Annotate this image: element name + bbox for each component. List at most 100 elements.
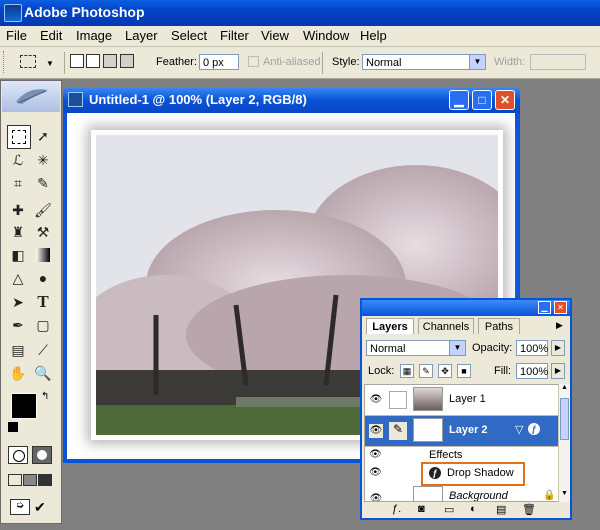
adjustment-layer-button[interactable]: ◐	[470, 503, 477, 515]
new-group-button[interactable]: ▭	[444, 503, 454, 516]
zoom-tool-icon[interactable]: 🔍	[32, 362, 54, 384]
menu-select[interactable]: Select	[171, 28, 207, 43]
preset-dropdown-arrow-icon[interactable]: ▼	[46, 59, 54, 68]
menu-view[interactable]: View	[261, 28, 289, 43]
menu-file[interactable]: File	[6, 28, 27, 43]
path-selection-tool-icon[interactable]: ➤	[7, 291, 29, 313]
scroll-down-icon[interactable]: ▼	[559, 490, 570, 502]
subtract-selection-icon[interactable]	[103, 54, 117, 68]
visibility-eye-icon[interactable]: 👁	[369, 449, 382, 460]
style-select[interactable]: Normal ▼	[362, 54, 486, 70]
screen-mode-full-icon[interactable]	[38, 474, 52, 486]
blur-tool-icon[interactable]: △	[7, 267, 29, 289]
clone-stamp-tool-icon[interactable]: ♜	[7, 221, 29, 243]
panel-close-button[interactable]: ✕	[554, 301, 567, 314]
new-layer-button[interactable]: ▤	[496, 503, 506, 516]
jump-to-imageready-icon[interactable]: ➭	[10, 499, 30, 515]
minimize-button[interactable]: ▁	[449, 90, 469, 110]
grip-handle[interactable]	[3, 51, 6, 73]
close-button[interactable]: ✕	[495, 90, 515, 110]
slice-tool-icon[interactable]: ✎	[32, 172, 54, 194]
tab-layers[interactable]: Layers	[366, 318, 414, 334]
menu-help[interactable]: Help	[360, 28, 387, 43]
fx-icon[interactable]: ƒ	[528, 423, 540, 435]
visibility-eye-icon[interactable]: 👁	[369, 424, 383, 438]
eraser-tool-icon[interactable]: ◧	[7, 244, 29, 266]
fill-input[interactable]: 100%	[516, 363, 548, 379]
notes-tool-icon[interactable]: ▤	[7, 339, 29, 361]
rect-marquee-tool-icon[interactable]	[7, 125, 31, 149]
move-tool-icon[interactable]: ➚	[32, 125, 54, 147]
lock-image-icon[interactable]: ✎	[419, 364, 433, 378]
layers-panel-titlebar[interactable]: ▁ ✕	[362, 300, 570, 316]
fill-label: Fill:	[494, 365, 512, 377]
maximize-button[interactable]: □	[472, 90, 492, 110]
layer-style-button[interactable]: ƒ.	[392, 503, 401, 515]
gradient-tool-icon[interactable]	[32, 244, 54, 266]
effects-indicator-icon[interactable]: ▽	[515, 423, 523, 436]
document-title-bar[interactable]: Untitled-1 @ 100% (Layer 2, RGB/8) ▁ □ ✕	[63, 87, 520, 113]
menu-window[interactable]: Window	[303, 28, 349, 43]
antialiased-checkbox[interactable]	[248, 56, 259, 67]
feather-input[interactable]: 0 px	[199, 54, 239, 70]
crop-tool-icon[interactable]: ⌗	[7, 172, 29, 194]
menu-edit[interactable]: Edit	[40, 28, 62, 43]
scroll-up-icon[interactable]: ▲	[559, 384, 570, 396]
scroll-thumb[interactable]	[560, 398, 569, 440]
healing-brush-tool-icon[interactable]: ✚	[7, 199, 29, 221]
edit-in-imageready-icon[interactable]: ✔	[34, 499, 52, 515]
chevron-down-icon[interactable]: ▼	[469, 55, 485, 69]
layer-row-layer2[interactable]: 👁 ✎ Layer 2 ▽ ƒ	[365, 416, 559, 447]
opacity-slider-arrow-icon[interactable]: ▶	[551, 340, 565, 356]
eyedropper-tool-icon[interactable]: ⟋	[32, 339, 54, 361]
visibility-eye-icon[interactable]: 👁	[369, 492, 383, 501]
menu-image[interactable]: Image	[76, 28, 112, 43]
visibility-eye-icon[interactable]: 👁	[369, 467, 382, 478]
hand-tool-icon[interactable]: ✋	[7, 362, 29, 384]
brush-link-icon[interactable]: ✎	[389, 422, 407, 440]
new-selection-icon[interactable]	[70, 54, 84, 68]
foreground-color-swatch[interactable]	[11, 393, 37, 419]
quick-mask-icon[interactable]	[32, 446, 52, 464]
pen-tool-icon[interactable]: ✒	[7, 314, 29, 336]
toolbox-header[interactable]	[2, 82, 60, 112]
brush-tool-icon[interactable]: 🖌	[32, 199, 54, 221]
standard-mode-icon[interactable]	[8, 446, 28, 464]
lasso-tool-icon[interactable]: ℒ	[7, 149, 29, 171]
delete-layer-button[interactable]: 🗑	[522, 503, 536, 516]
layer-row-layer1[interactable]: 👁 Layer 1	[365, 385, 559, 416]
lock-position-icon[interactable]: ✥	[438, 364, 452, 378]
add-mask-button[interactable]: ◙	[418, 503, 425, 515]
lock-transparency-icon[interactable]: ▦	[400, 364, 414, 378]
layer-name: Layer 1	[449, 393, 486, 405]
default-colors-icon[interactable]	[8, 422, 18, 432]
swap-colors-icon[interactable]: ↰	[41, 391, 49, 402]
menu-layer[interactable]: Layer	[125, 28, 158, 43]
layer-row-background[interactable]: 👁 Background 🔒	[365, 484, 559, 501]
drop-shadow-row[interactable]: 👁 ƒ Drop Shadow	[365, 462, 559, 486]
width-input[interactable]	[530, 54, 586, 70]
magic-wand-tool-icon[interactable]: ✳	[32, 149, 54, 171]
screen-mode-full-menu-icon[interactable]	[23, 474, 37, 486]
fill-slider-arrow-icon[interactable]: ▶	[551, 363, 565, 379]
screen-mode-standard-icon[interactable]	[8, 474, 22, 486]
dodge-tool-icon[interactable]: ●	[32, 267, 54, 289]
lock-all-icon[interactable]: ■	[457, 364, 471, 378]
tab-channels[interactable]: Channels	[418, 318, 474, 334]
intersect-selection-icon[interactable]	[120, 54, 134, 68]
visibility-eye-icon[interactable]: 👁	[369, 393, 383, 407]
marquee-preset-icon[interactable]	[20, 55, 36, 68]
panel-minimize-button[interactable]: ▁	[538, 301, 551, 314]
add-to-selection-icon[interactable]	[86, 54, 100, 68]
link-slot[interactable]	[389, 391, 407, 409]
shape-tool-icon[interactable]: ▢	[32, 314, 54, 336]
history-brush-tool-icon[interactable]: ⚒	[32, 221, 54, 243]
chevron-down-icon[interactable]: ▼	[449, 341, 465, 355]
panel-menu-icon[interactable]: ▶	[556, 320, 563, 331]
layer-list-scrollbar[interactable]: ▲ ▼	[558, 384, 570, 502]
blend-mode-select[interactable]: Normal ▼	[366, 340, 466, 356]
tab-paths[interactable]: Paths	[478, 318, 520, 334]
type-tool-icon[interactable]: T	[32, 291, 54, 313]
menu-filter[interactable]: Filter	[220, 28, 249, 43]
opacity-input[interactable]: 100%	[516, 340, 548, 356]
